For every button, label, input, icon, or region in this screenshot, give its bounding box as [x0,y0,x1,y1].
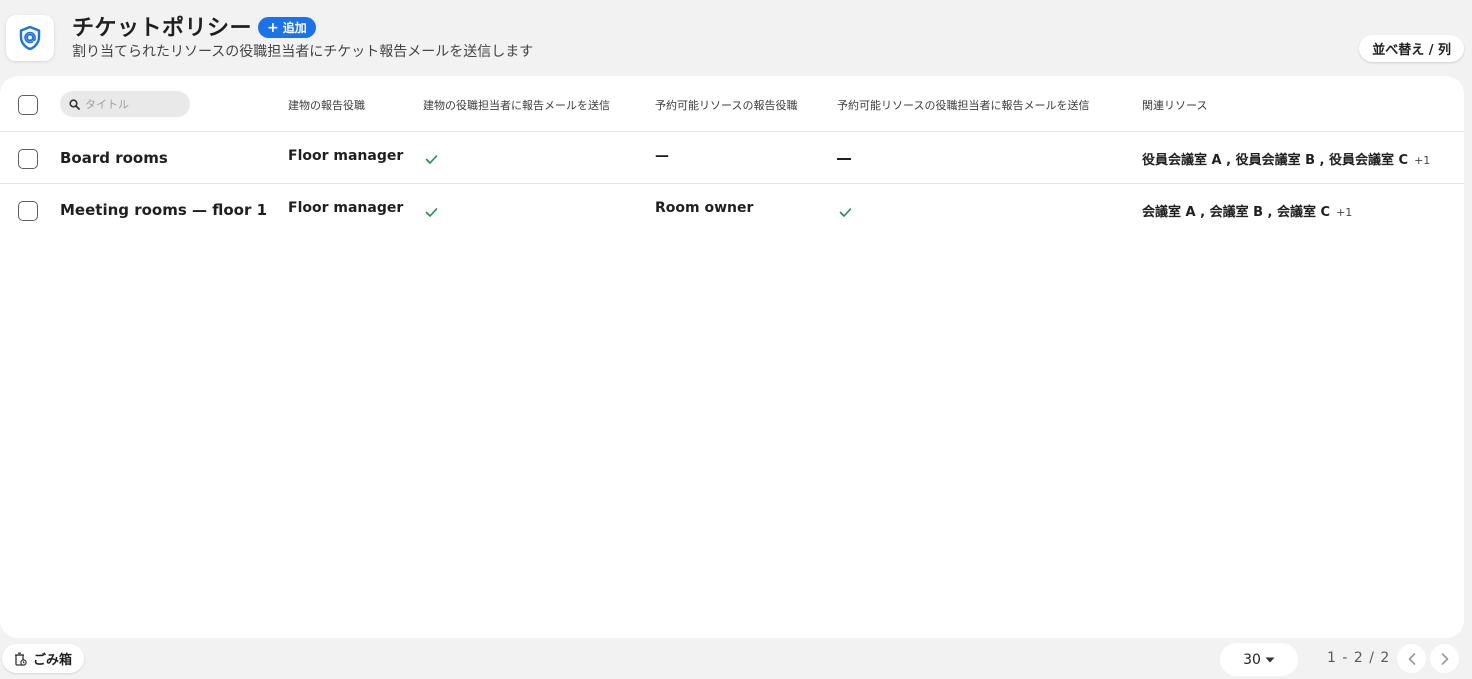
sort-columns-button[interactable]: 並べ替え / 列 [1359,35,1464,62]
related-more-count[interactable]: +1 [1414,154,1430,167]
building-role: Floor manager [288,200,404,216]
empty-dash-icon [837,158,851,160]
prev-page-button[interactable] [1397,644,1426,673]
col-header-related-resources[interactable]: 関連リソース [1142,97,1207,113]
related-resources[interactable]: 会議室 A , 会議室 B , 会議室 C +1 [1142,201,1352,220]
resource-role: Room owner [655,200,754,216]
col-header-resource-send[interactable]: 予約可能リソースの役職担当者に報告メールを送信 [837,97,1089,113]
related-resources[interactable]: 役員会議室 A , 役員会議室 B , 役員会議室 C +1 [1142,149,1430,168]
add-button-label: 追加 [282,21,307,35]
col-header-building-send[interactable]: 建物の役職担当者に報告メールを送信 [423,97,610,113]
table-row[interactable]: Board rooms Floor manager — 役員会議室 A , 役員… [0,132,1464,184]
check-icon [425,150,438,169]
page-size-select[interactable]: 30 [1220,643,1298,676]
related-more-count[interactable]: +1 [1336,206,1352,219]
add-button[interactable]: + 追加 [258,17,316,38]
trash-icon [15,652,27,666]
col-header-resource-role[interactable]: 予約可能リソースの報告役職 [655,97,797,113]
row-checkbox[interactable] [18,149,38,169]
page-header: チケットポリシー + 追加 割り当てられたリソースの役職担当者にチケット報告メー… [0,0,1472,76]
trash-button-label: ごみ箱 [33,653,73,668]
search-input[interactable] [85,97,185,111]
chevron-right-icon [1441,652,1448,665]
row-checkbox[interactable] [18,201,38,221]
policy-table: 建物の報告役職 建物の役職担当者に報告メールを送信 予約可能リソースの報告役職 … [0,76,1464,638]
page-subtitle: 割り当てられたリソースの役職担当者にチケット報告メールを送信します [72,44,534,60]
row-title[interactable]: Board rooms [60,149,168,167]
shield-at-icon [6,15,54,61]
resource-role: — [655,148,669,164]
chevron-left-icon [1408,652,1415,665]
row-title[interactable]: Meeting rooms — floor 1 [60,201,267,219]
table-row[interactable]: Meeting rooms — floor 1 Floor manager Ro… [0,185,1464,237]
pagination-range: 1 - 2 / 2 [1327,650,1391,666]
trash-button[interactable]: ごみ箱 [2,644,85,673]
title-search[interactable] [60,91,190,117]
page-size-value: 30 [1243,651,1261,668]
page-title: チケットポリシー [72,16,253,41]
caret-down-icon [1265,657,1275,662]
plus-icon: + [267,19,279,36]
next-page-button[interactable] [1430,644,1459,673]
col-header-building-role[interactable]: 建物の報告役職 [288,97,365,113]
select-all-checkbox[interactable] [18,95,38,115]
check-icon [425,203,438,222]
table-header: 建物の報告役職 建物の役職担当者に報告メールを送信 予約可能リソースの報告役職 … [0,76,1464,132]
related-resources-list: 役員会議室 A , 役員会議室 B , 役員会議室 C [1142,153,1409,168]
search-icon [69,98,80,110]
ticket-policy-page: チケットポリシー + 追加 割り当てられたリソースの役職担当者にチケット報告メー… [0,0,1472,679]
building-role: Floor manager [288,148,404,164]
check-icon [839,203,852,222]
related-resources-list: 会議室 A , 会議室 B , 会議室 C [1142,205,1331,220]
